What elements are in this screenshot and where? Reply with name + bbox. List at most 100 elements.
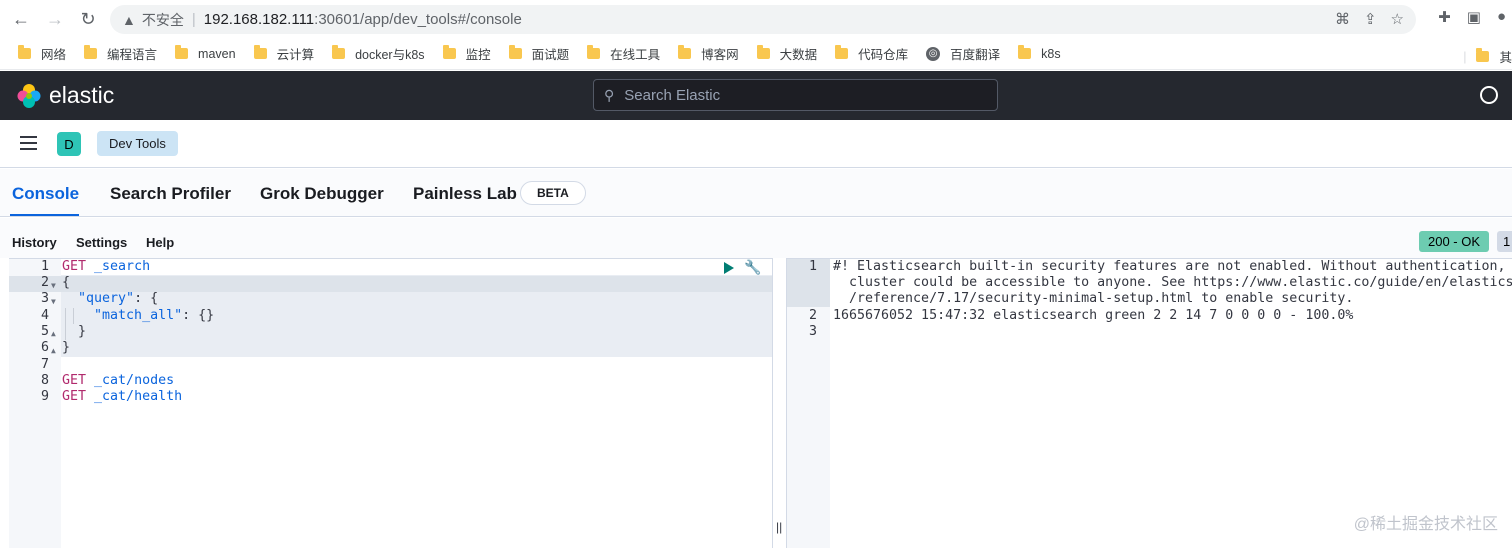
bookmark-divider: |: [1463, 49, 1467, 64]
output-line: #! Elasticsearch built-in security featu…: [833, 259, 1512, 274]
bookmark-folder[interactable]: 云计算: [253, 44, 314, 63]
code-line: GET _cat/health: [62, 389, 183, 404]
bookmark-folder[interactable]: 网络: [18, 44, 66, 63]
history-link[interactable]: History: [12, 235, 57, 250]
request-editor[interactable]: 1 2 3 4 5 6 7 8 9 ▼ ▼ ▲ ▲ GET _search { …: [9, 258, 772, 548]
line-number: 3: [40, 291, 49, 306]
line-number: 7: [40, 357, 49, 372]
code-line: "query": {: [78, 291, 159, 306]
fold-up-icon[interactable]: ▲: [51, 326, 56, 342]
beta-badge: BETA: [520, 181, 586, 205]
bookmark-link[interactable]: ◎ 百度翻译: [926, 44, 1000, 63]
folder-icon: [508, 45, 522, 59]
dev-tools-tabs: Console Search Profiler Grok Debugger Pa…: [0, 169, 1512, 217]
watermark: @稀土掘金技术社区: [1353, 516, 1498, 533]
address-bar[interactable]: ▲ 不安全 | 192.168.182.111:30601/app/dev_to…: [110, 5, 1416, 34]
url-path: :30601/app/dev_tools#/console: [314, 11, 522, 28]
search-icon: ⚲: [604, 86, 615, 103]
url-host: 192.168.182.111: [203, 11, 315, 28]
elastic-logo-icon[interactable]: [16, 83, 42, 109]
star-icon[interactable]: ☆: [1391, 10, 1404, 28]
settings-link[interactable]: Settings: [76, 235, 127, 250]
help-icon[interactable]: [1480, 86, 1498, 104]
code-line: "match_all": {}: [94, 308, 215, 323]
extensions-icon[interactable]: ✚: [1438, 8, 1451, 26]
play-icon[interactable]: [724, 262, 734, 275]
code-line: }: [78, 324, 87, 339]
bookmark-folder[interactable]: k8s: [1018, 45, 1061, 61]
line-number: 2: [40, 275, 49, 290]
folder-icon: [1476, 48, 1490, 62]
global-search[interactable]: ⚲: [593, 79, 998, 111]
bookmark-folder[interactable]: 监控: [442, 44, 491, 63]
bookmarks-bar: 网络 编程语言 maven 云计算 docker与k8s 监控 面试题 在线工具…: [0, 38, 1512, 70]
bookmark-folder[interactable]: 代码仓库: [835, 44, 908, 63]
line-number: 1: [40, 259, 49, 274]
extension-icons: ✚ ▣ ●: [1438, 8, 1512, 26]
reload-icon[interactable]: ↻: [75, 6, 101, 32]
fold-down-icon[interactable]: ▼: [51, 294, 56, 310]
response-output: 1 2 3 #! Elasticsearch built-in security…: [787, 258, 1512, 548]
line-number: 5: [40, 324, 49, 339]
bookmark-folder[interactable]: 博客网: [678, 44, 739, 63]
share-icon[interactable]: ⇪: [1364, 10, 1377, 28]
folder-icon: [756, 45, 770, 59]
folder-icon: [84, 45, 98, 59]
status-badge: 200 - OK: [1419, 231, 1489, 252]
menu-icon[interactable]: [20, 136, 37, 150]
code-line: GET _search: [62, 259, 151, 274]
folder-icon: [175, 45, 189, 59]
wrench-icon[interactable]: 🔧: [744, 260, 761, 276]
line-number: 6: [40, 340, 49, 355]
browser-toolbar: ← → ↻ ▲ 不安全 | 192.168.182.111:30601/app/…: [0, 0, 1512, 38]
other-bookmarks[interactable]: | 其: [1463, 47, 1512, 66]
folder-icon: [442, 45, 456, 59]
omnibox-icons: ⌘ ⇪ ☆: [1335, 10, 1404, 28]
bookmark-folder[interactable]: 在线工具: [587, 44, 660, 63]
folder-icon: [587, 45, 601, 59]
tab-grok-debugger[interactable]: Grok Debugger: [260, 184, 384, 204]
bookmark-folder[interactable]: 面试题: [508, 44, 569, 63]
profile-icon[interactable]: ●: [1497, 8, 1506, 26]
bookmark-folder[interactable]: 大数据: [756, 44, 817, 63]
line-number: 3: [808, 324, 817, 339]
output-line: 1665676052 15:47:32 elasticsearch green …: [833, 308, 1354, 323]
code-line: GET _cat/nodes: [62, 373, 175, 388]
folder-icon: [835, 45, 849, 59]
active-line: [61, 276, 772, 292]
insecure-label: 不安全: [141, 11, 184, 28]
grip-icon: ||: [776, 520, 783, 534]
fold-down-icon[interactable]: ▼: [51, 278, 56, 294]
translate-icon[interactable]: ⌘: [1335, 10, 1350, 28]
globe-icon: ◎: [926, 46, 941, 61]
space-avatar[interactable]: D: [57, 132, 81, 156]
bookmark-folder[interactable]: docker与k8s: [332, 44, 425, 63]
tab-console[interactable]: Console: [12, 184, 79, 204]
forward-arrow-icon[interactable]: →: [42, 6, 68, 32]
code-line: {: [62, 275, 71, 290]
tab-painless-lab[interactable]: Painless Lab: [413, 184, 517, 204]
output-line: /reference/7.17/security-minimal-setup.h…: [833, 291, 1354, 306]
folder-icon: [1018, 45, 1032, 59]
line-number: 4: [40, 308, 49, 323]
help-link[interactable]: Help: [146, 235, 174, 250]
folder-icon: [332, 45, 346, 59]
bookmark-folder[interactable]: 编程语言: [84, 44, 157, 63]
back-arrow-icon[interactable]: ←: [8, 6, 34, 32]
folder-icon: [678, 45, 692, 59]
line-number: 1: [808, 259, 817, 274]
active-tab-indicator: [10, 214, 79, 216]
search-input[interactable]: [624, 86, 965, 104]
line-number: 8: [40, 373, 49, 388]
pane-resizer[interactable]: ||: [772, 258, 787, 548]
kibana-header: elastic ⚲: [0, 71, 1512, 120]
brand-name: elastic: [49, 82, 115, 108]
bookmark-folder[interactable]: maven: [175, 45, 236, 61]
warning-icon: ▲: [122, 11, 136, 28]
fold-up-icon[interactable]: ▲: [51, 343, 56, 359]
request-time-badge: 1: [1497, 231, 1512, 252]
breadcrumb-dev-tools[interactable]: Dev Tools: [97, 131, 178, 156]
line-number: 2: [808, 308, 817, 323]
sidepanel-icon[interactable]: ▣: [1467, 8, 1481, 26]
tab-search-profiler[interactable]: Search Profiler: [110, 184, 231, 204]
